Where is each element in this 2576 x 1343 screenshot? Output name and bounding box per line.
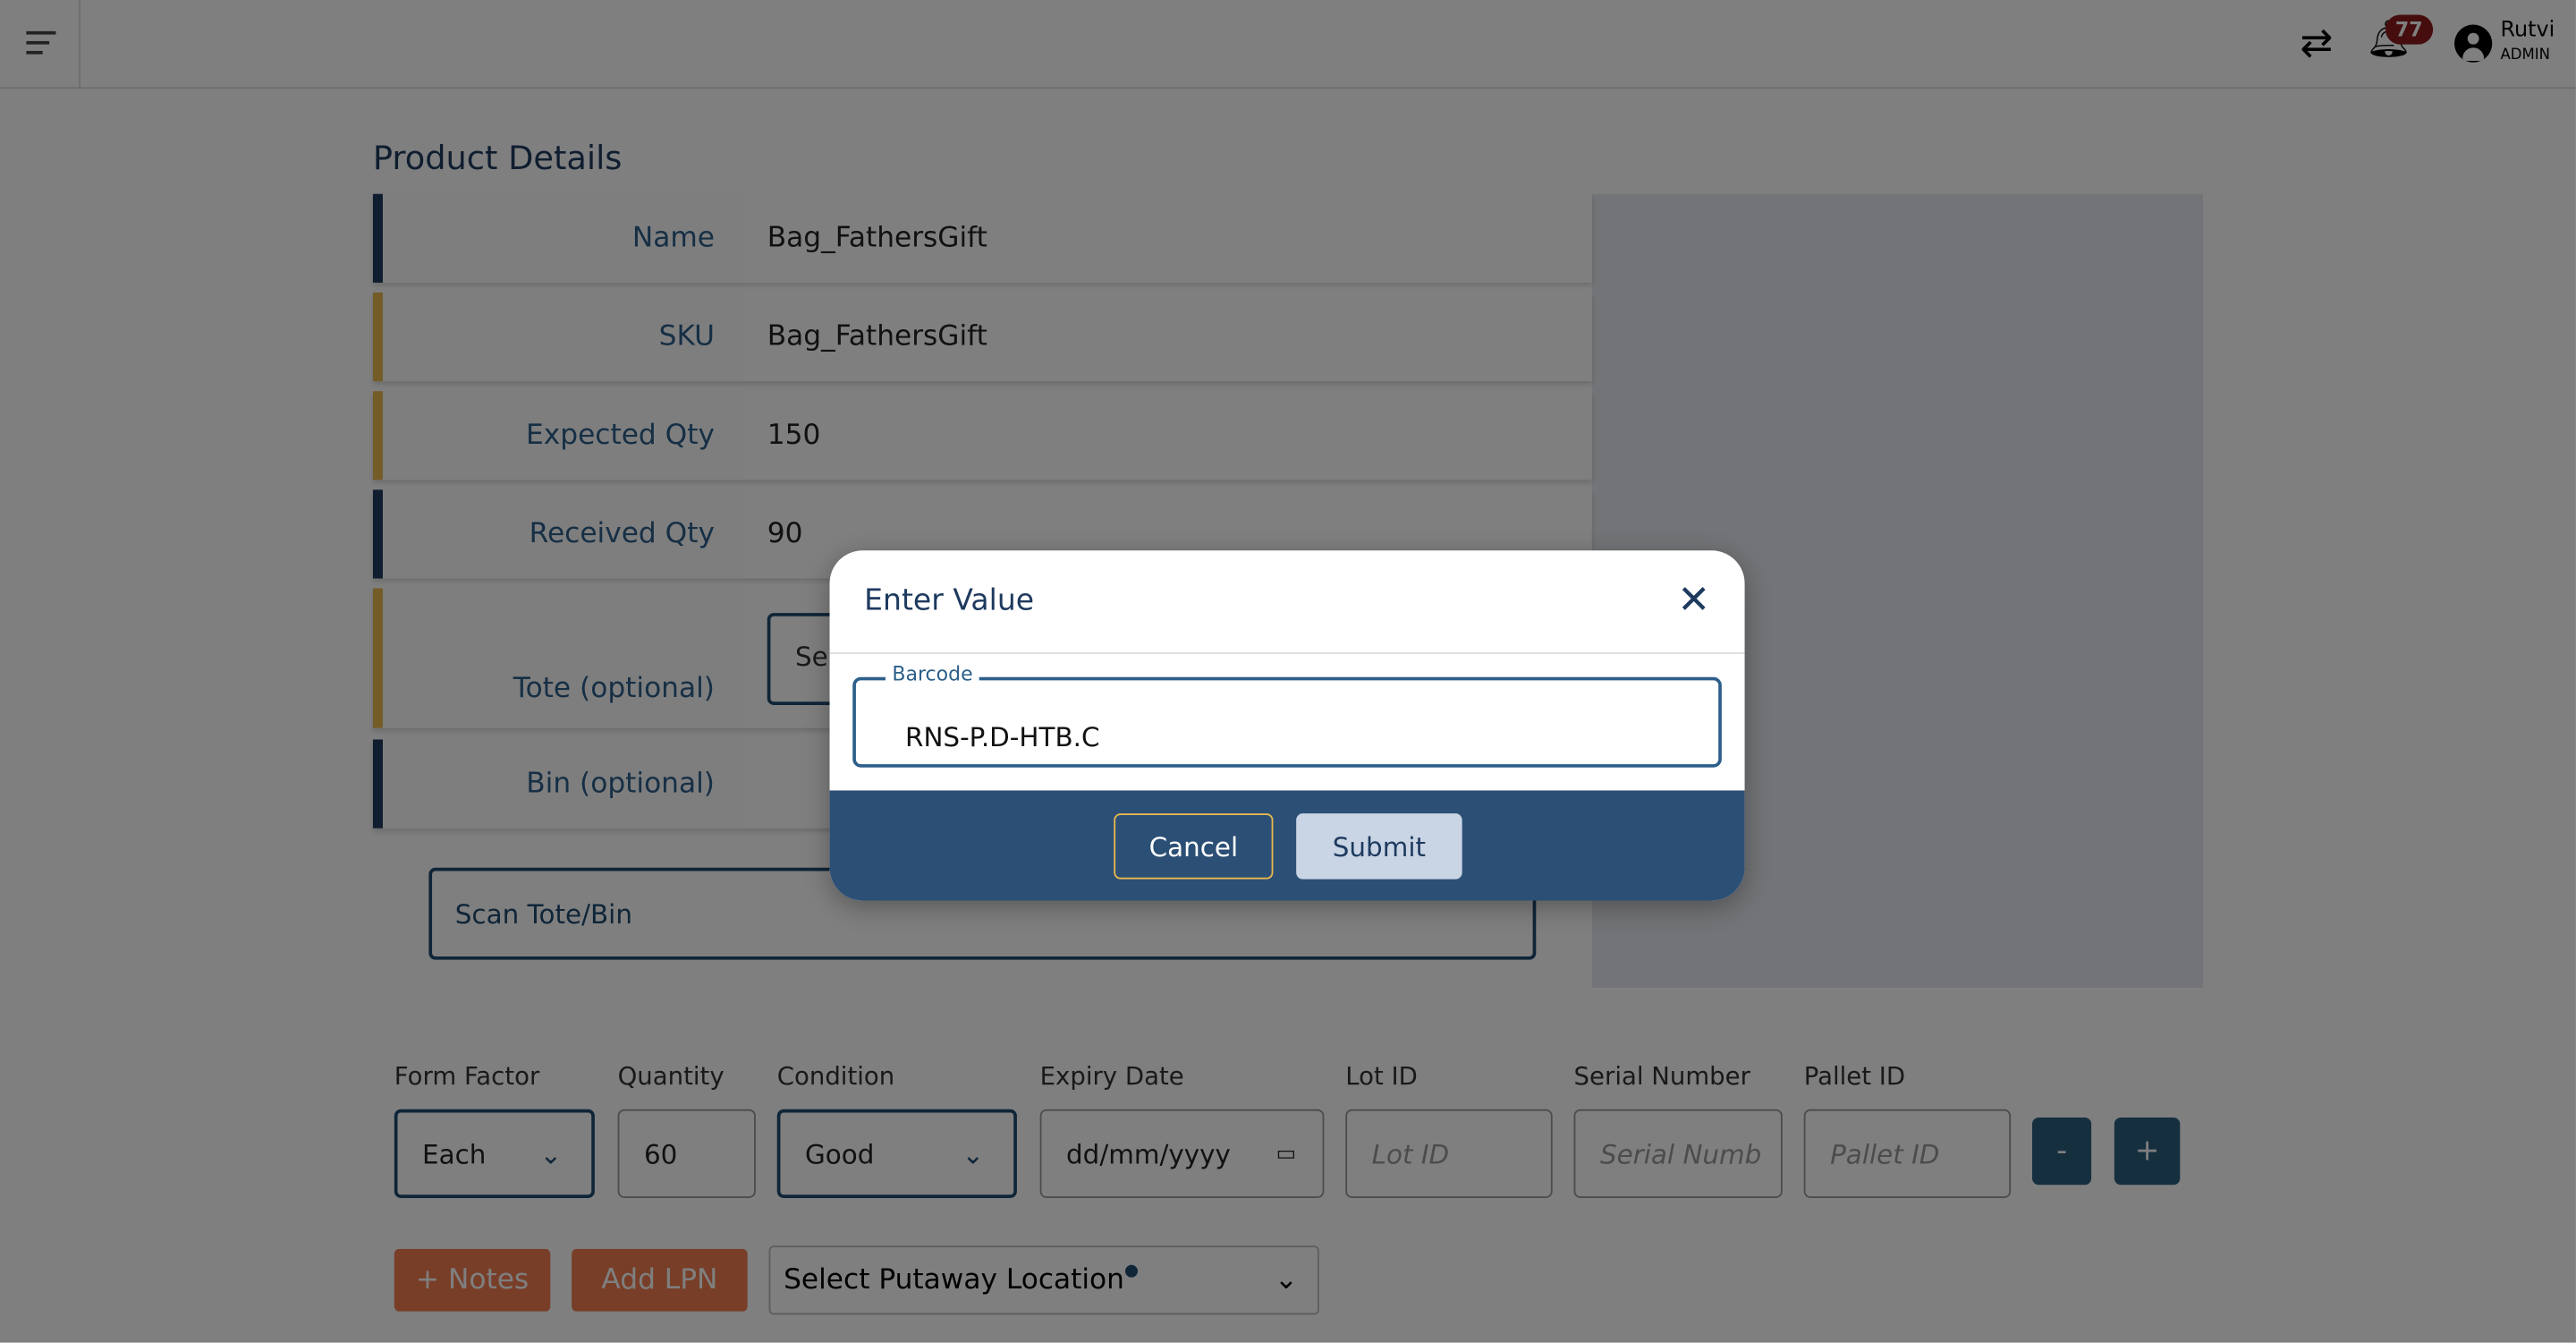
divider [829,652,1745,655]
dialog-footer: Cancel Submit [829,790,1745,901]
cancel-button[interactable]: Cancel [1114,813,1274,880]
enter-value-dialog: Enter Value ✕ RNS-P.D-HTB.C Barcode Canc… [829,550,1745,901]
submit-button[interactable]: Submit [1296,813,1462,880]
dialog-title: Enter Value [864,583,1035,618]
barcode-value: RNS-P.D-HTB.C [905,721,1100,753]
close-icon[interactable]: ✕ [1677,577,1710,623]
barcode-input[interactable]: RNS-P.D-HTB.C [852,676,1722,768]
barcode-label: Barcode [885,662,980,685]
